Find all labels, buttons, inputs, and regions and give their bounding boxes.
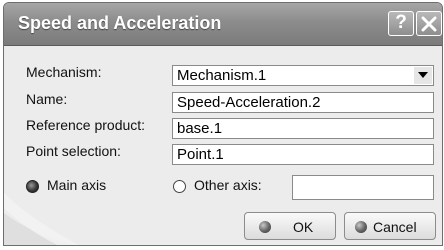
mechanism-label: Mechanism:	[26, 64, 102, 80]
other-axis-label: Other axis:	[194, 177, 262, 193]
title-bar[interactable]: Speed and Acceleration ?	[4, 3, 442, 46]
cancel-button[interactable]: Cancel	[344, 212, 436, 240]
main-axis-radio[interactable]	[26, 180, 39, 193]
cancel-label: Cancel	[373, 219, 417, 235]
help-button[interactable]: ?	[388, 11, 414, 36]
reference-product-value: base.1	[177, 120, 223, 137]
cancel-icon	[355, 221, 367, 233]
close-icon	[421, 16, 437, 32]
name-field[interactable]: Speed-Acceleration.2	[172, 92, 434, 113]
ok-button[interactable]: OK	[244, 212, 336, 240]
speed-acceleration-dialog: Speed and Acceleration ? Mechanism: Mech…	[3, 2, 443, 246]
ok-icon	[259, 221, 271, 233]
help-icon: ?	[395, 12, 407, 33]
point-selection-value: Point.1	[177, 146, 224, 163]
mechanism-value: Mechanism.1	[177, 67, 267, 84]
background-swoosh	[4, 193, 79, 245]
reference-product-label: Reference product:	[26, 117, 146, 133]
chevron-down-icon	[418, 72, 428, 78]
mechanism-select[interactable]: Mechanism.1	[172, 65, 434, 86]
other-axis-field[interactable]	[292, 175, 434, 200]
ok-label: OK	[293, 219, 314, 235]
dialog-title: Speed and Acceleration	[18, 13, 222, 33]
name-label: Name:	[26, 91, 68, 107]
mechanism-dropdown-button[interactable]	[414, 67, 432, 84]
point-selection-field[interactable]: Point.1	[172, 144, 434, 165]
main-axis-label: Main axis	[47, 177, 107, 193]
reference-product-field[interactable]: base.1	[172, 118, 434, 139]
point-selection-label: Point selection:	[26, 143, 121, 159]
name-value: Speed-Acceleration.2	[177, 94, 321, 111]
close-button[interactable]	[416, 11, 442, 36]
other-axis-radio[interactable]	[173, 180, 186, 193]
